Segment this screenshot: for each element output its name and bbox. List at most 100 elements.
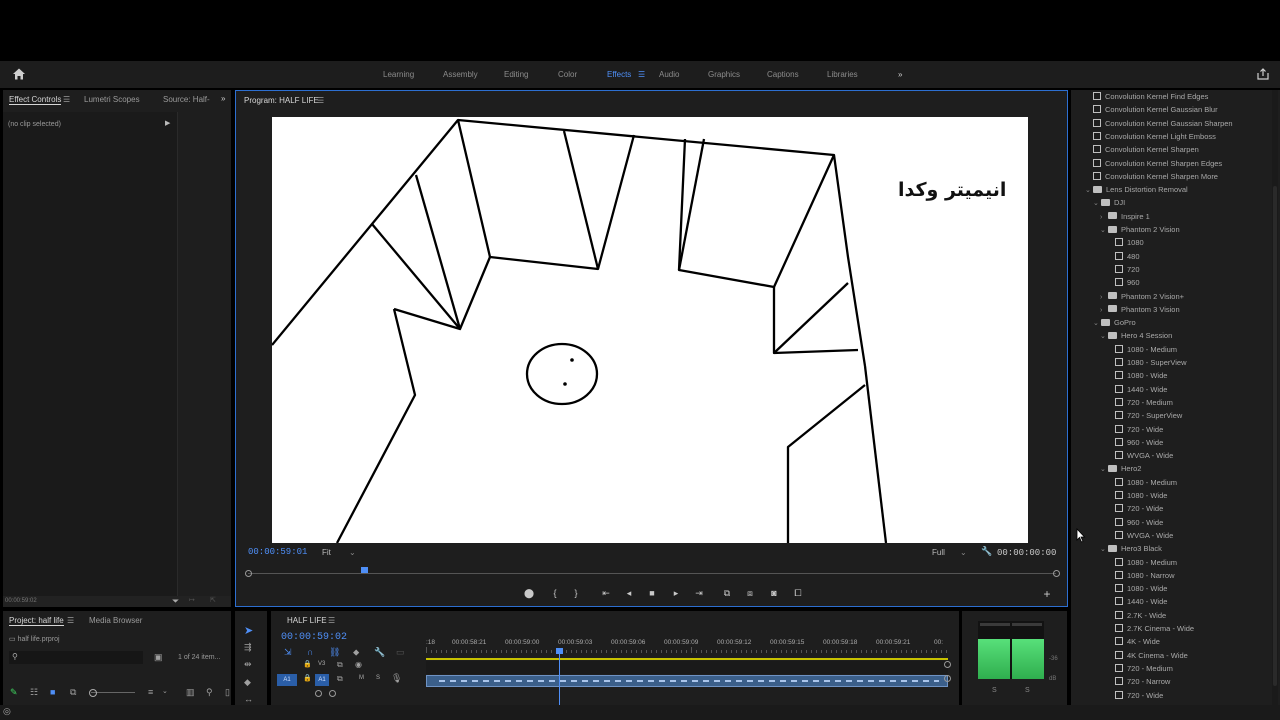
zoom-slider[interactable]: [91, 692, 135, 693]
workspace-tab-assembly[interactable]: Assembly: [443, 70, 478, 79]
tab-effect-controls[interactable]: Effect Controls: [9, 95, 62, 105]
expand-arrow-icon[interactable]: ▶: [165, 119, 170, 127]
sync-lock-a1-icon[interactable]: ⧉: [337, 674, 343, 684]
chevron-down-icon[interactable]: ⌄: [1100, 331, 1108, 343]
effects-preset[interactable]: 720: [1115, 264, 1140, 276]
sync-lock-icon[interactable]: ⧉: [337, 660, 343, 670]
solo-left-button[interactable]: S: [992, 687, 997, 694]
effects-preset[interactable]: WVGA - Wide: [1115, 450, 1173, 462]
sequence-menu-icon[interactable]: ☰: [328, 616, 335, 625]
audio-clip[interactable]: [426, 675, 948, 687]
zoom-select[interactable]: Fit: [322, 548, 331, 557]
chevron-down-icon[interactable]: ⌄: [1100, 464, 1108, 476]
effects-preset[interactable]: 960 - Wide: [1115, 517, 1163, 529]
lift-icon[interactable]: ⧉: [720, 588, 734, 600]
go-to-out-icon[interactable]: ⇥: [692, 588, 706, 600]
effects-preset[interactable]: 720 - Wide: [1115, 424, 1163, 436]
workspace-tab-audio[interactable]: Audio: [659, 70, 679, 79]
effects-preset[interactable]: 4K Cinema - Wide: [1115, 650, 1188, 662]
workspace-tab-libraries[interactable]: Libraries: [827, 70, 858, 79]
work-area-bar[interactable]: [426, 658, 948, 660]
automate-icon[interactable]: ▥: [186, 687, 195, 698]
slip-tool-icon[interactable]: ↔: [244, 694, 253, 704]
mark-out-icon[interactable]: }: [569, 588, 583, 600]
step-back-icon[interactable]: ◂: [622, 588, 636, 600]
effects-preset[interactable]: 4K - Wide: [1115, 636, 1160, 648]
wrench-icon[interactable]: 🔧: [981, 546, 992, 557]
effects-preset[interactable]: 1080 - Wide: [1115, 490, 1167, 502]
pencil-icon[interactable]: ✎: [10, 687, 18, 698]
linked-selection-icon[interactable]: ⛓: [329, 647, 340, 658]
chevron-down-icon[interactable]: ⌄: [1100, 544, 1108, 556]
video-frame[interactable]: انيميتر وكدا: [272, 117, 1028, 543]
timeline-ruler[interactable]: :18 00:00:58:21 00:00:59:00 00:00:59:03 00:0…: [426, 639, 951, 653]
chevron-down-icon[interactable]: ⌄: [1093, 318, 1101, 330]
audio-zoom-handle[interactable]: [944, 675, 951, 682]
mark-in-icon[interactable]: {: [548, 588, 562, 600]
list-view-icon[interactable]: ☷: [30, 687, 38, 698]
more-tabs-icon[interactable]: »: [221, 94, 225, 103]
ripple-edit-icon[interactable]: ⇹: [244, 659, 252, 670]
effects-preset[interactable]: 1080 - SuperView: [1115, 357, 1186, 369]
effects-preset[interactable]: 720 - Wide: [1115, 503, 1163, 515]
effects-folder[interactable]: ⌄ Hero2: [1100, 463, 1141, 475]
tab-source[interactable]: Source: Half-: [163, 95, 210, 104]
effects-preset[interactable]: 2.7K Cinema - Wide: [1115, 623, 1194, 635]
effects-preset[interactable]: Convolution Kernel Light Emboss: [1093, 131, 1216, 143]
track-label-a1[interactable]: A1: [315, 674, 329, 686]
add-marker-timeline-icon[interactable]: ⬥: [353, 647, 359, 658]
effects-preset[interactable]: 1080 - Narrow: [1115, 570, 1175, 582]
effects-folder[interactable]: ⌄ GoPro: [1093, 317, 1136, 329]
export-icon[interactable]: ↦: [189, 596, 195, 604]
lock-icon[interactable]: 🔒: [303, 660, 312, 668]
effects-preset[interactable]: WVGA - Wide: [1115, 530, 1173, 542]
program-menu-icon[interactable]: ☰: [317, 96, 324, 105]
effects-preset[interactable]: 720 - Wide: [1115, 690, 1163, 702]
effects-folder[interactable]: › Phantom 2 Vision+: [1100, 291, 1184, 303]
lock-icon-a1[interactable]: 🔒: [303, 674, 312, 682]
workspace-tab-learning[interactable]: Learning: [383, 70, 414, 79]
source-patch-a1[interactable]: A1: [277, 674, 297, 686]
vertical-zoom-handle[interactable]: [944, 661, 951, 668]
effects-preset[interactable]: 2.7K - Wide: [1115, 610, 1166, 622]
captions-icon[interactable]: ▭: [396, 647, 405, 658]
new-item-icon[interactable]: ▯: [225, 687, 230, 698]
solo-right-button[interactable]: S: [1025, 687, 1030, 694]
chevron-down-icon[interactable]: ⌄: [1085, 185, 1093, 197]
tab-lumetri-scopes[interactable]: Lumetri Scopes: [84, 95, 140, 104]
effects-preset[interactable]: 720 - Medium: [1115, 663, 1173, 675]
effects-preset[interactable]: 1080 - Wide: [1115, 583, 1167, 595]
selection-tool-icon[interactable]: ➤: [244, 624, 253, 637]
solo-button[interactable]: S: [376, 675, 380, 681]
effects-preset[interactable]: 1080: [1115, 237, 1144, 249]
tab-menu-icon[interactable]: ☰: [63, 95, 70, 104]
effects-folder[interactable]: ⌄ DJI: [1093, 197, 1125, 209]
horizontal-scroll-left[interactable]: [315, 690, 322, 697]
effects-folder[interactable]: ⌄ Lens Distortion Removal: [1085, 184, 1188, 196]
comparison-view-icon[interactable]: ⧠: [791, 588, 805, 600]
quality-select[interactable]: Full: [932, 548, 945, 557]
effects-preset[interactable]: 1080 - Medium: [1115, 557, 1177, 569]
effects-preset[interactable]: 1080 - Wide: [1115, 370, 1167, 382]
effects-preset[interactable]: Convolution Kernel Sharpen: [1093, 144, 1199, 156]
effects-preset[interactable]: Convolution Kernel Sharpen More: [1093, 171, 1218, 183]
extract-icon[interactable]: ⧈: [743, 588, 757, 600]
sequence-tab[interactable]: HALF LIFE: [287, 616, 327, 625]
playhead-marker[interactable]: [361, 567, 368, 573]
effects-folder[interactable]: › Phantom 3 Vision: [1100, 304, 1180, 316]
program-scrubber[interactable]: [245, 567, 1060, 579]
timeline-playhead-head[interactable]: [556, 648, 563, 654]
effects-preset[interactable]: 1080 - Medium: [1115, 477, 1177, 489]
sort-dropdown-icon[interactable]: ⌄: [162, 687, 168, 695]
share-icon[interactable]: [1257, 68, 1269, 80]
home-icon[interactable]: [12, 67, 26, 81]
nest-toggle-icon[interactable]: ⇲: [284, 647, 292, 658]
mute-button[interactable]: M: [359, 675, 364, 681]
workspace-tab-effects[interactable]: Effects: [607, 70, 631, 79]
snap-icon[interactable]: ∩: [307, 647, 313, 657]
timeline-timecode[interactable]: 00:00:59:02: [281, 632, 347, 643]
effects-preset[interactable]: 720 - SuperView: [1115, 410, 1182, 422]
export-frame-icon[interactable]: ◙: [767, 588, 781, 600]
eye-icon[interactable]: ◉: [355, 660, 362, 669]
tab-media-browser[interactable]: Media Browser: [89, 616, 142, 625]
